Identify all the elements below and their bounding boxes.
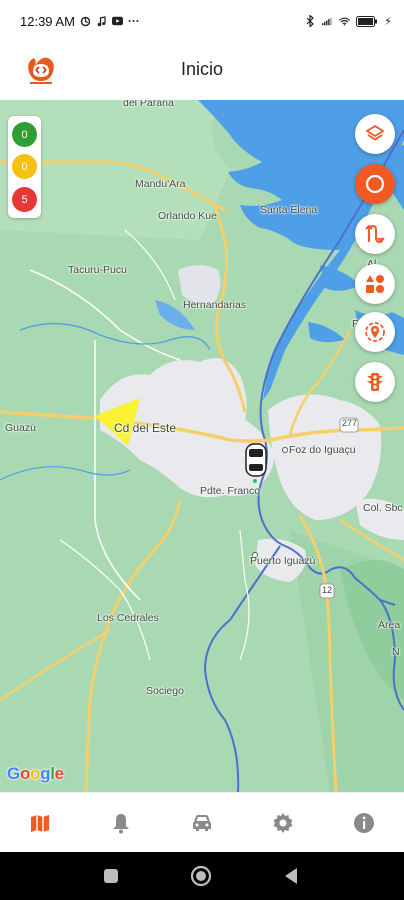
system-navigation-bar (0, 852, 404, 900)
map-label-puerto-iguazu: Puerto Iguazú (250, 555, 316, 567)
notifications-icon (113, 813, 130, 833)
google-letter: G (7, 764, 20, 783)
status-right: ⚡ (305, 15, 392, 28)
battery-charging-indicator: ⚡ (384, 15, 392, 28)
map-label-area: Área (378, 619, 401, 631)
map-label-pdte-franco: Pdte. Franco (200, 485, 261, 497)
route-button[interactable] (355, 214, 395, 254)
music-note-icon (96, 15, 107, 27)
map-label-orlando-kue: Orlando Kue (158, 210, 217, 222)
map-label-hernandarias: Hernandarias (183, 299, 247, 311)
map-label-guazu: Guazú (5, 422, 36, 434)
app-header: Inicio (0, 42, 404, 100)
nav-item-notifications[interactable] (81, 793, 162, 852)
circle-record-icon (365, 174, 385, 194)
wifi-icon (339, 16, 351, 27)
layers-button[interactable] (355, 114, 395, 154)
settings-icon (273, 812, 293, 833)
google-letter: g (40, 764, 51, 783)
screen: 12:39 AM ⚡ Inicio del Paraná Mandu'Ara O… (0, 0, 404, 900)
map-label-santa-elena: Santa Elena (260, 204, 318, 216)
status-time: 12:39 AM (20, 13, 75, 29)
status-bar: 12:39 AM ⚡ (0, 0, 404, 42)
route-badge-277: 277 (342, 418, 358, 428)
traffic-light-icon (367, 373, 383, 391)
nav-item-vehicles[interactable] (162, 793, 243, 852)
location-button[interactable] (355, 312, 395, 352)
back-icon[interactable] (283, 867, 299, 890)
map-label-mandu-ara: Mandu'Ara (135, 178, 186, 190)
signal-icon (322, 16, 333, 27)
route-badge-12: 12 (322, 585, 333, 595)
map-label-ciudad-del-este: Cd del Este (114, 421, 177, 435)
recent-apps-icon[interactable] (103, 868, 119, 889)
nav-item-info[interactable] (323, 793, 404, 852)
layers-icon (366, 125, 384, 141)
map-label-col-sbc: Col. Sbc (363, 502, 403, 514)
categories-button[interactable] (355, 264, 395, 304)
nav-item-map[interactable] (0, 793, 81, 852)
info-icon (353, 812, 374, 833)
traffic-button[interactable] (355, 362, 395, 402)
youtube-icon (111, 16, 123, 27)
map-label-foz-do-iguacu: Foz do Iguaçu (289, 444, 356, 456)
record-button[interactable] (355, 164, 395, 204)
counter-red[interactable]: 5 (12, 187, 37, 212)
bluetooth-icon (305, 15, 316, 27)
home-icon[interactable] (190, 865, 212, 892)
map-view[interactable]: del Paraná Mandu'Ara Orlando Kue Santa E… (0, 100, 404, 792)
map-label-sociego: Sociego (146, 685, 184, 697)
status-left: 12:39 AM (20, 14, 139, 29)
google-attribution-logo[interactable]: Google (7, 764, 64, 784)
page-title: Inicio (180, 59, 224, 79)
counter-green[interactable]: 0 (12, 122, 37, 147)
map-label-del-parana: del Paraná (123, 100, 174, 109)
vehicle-icon (192, 814, 211, 831)
sync-icon (80, 16, 91, 27)
location-pin-icon (365, 322, 385, 342)
google-letter: o (30, 764, 41, 783)
bottom-navigation (0, 792, 404, 852)
nav-item-settings[interactable] (242, 793, 323, 852)
status-counters-panel: 0 0 5 (8, 116, 41, 218)
google-letter: e (54, 764, 64, 783)
map-label-tacuru-pucu: Tacuru-Pucu (68, 264, 127, 276)
counter-yellow[interactable]: 0 (12, 154, 37, 179)
map-icon (31, 814, 50, 832)
google-letter: o (19, 764, 31, 783)
categories-icon (366, 275, 384, 293)
route-icon (365, 224, 385, 244)
more-dots-icon (128, 16, 139, 27)
battery-icon (356, 15, 378, 27)
map-label-nacional: N (392, 646, 400, 658)
map-label-los-cedrales: Los Cedrales (97, 612, 159, 624)
